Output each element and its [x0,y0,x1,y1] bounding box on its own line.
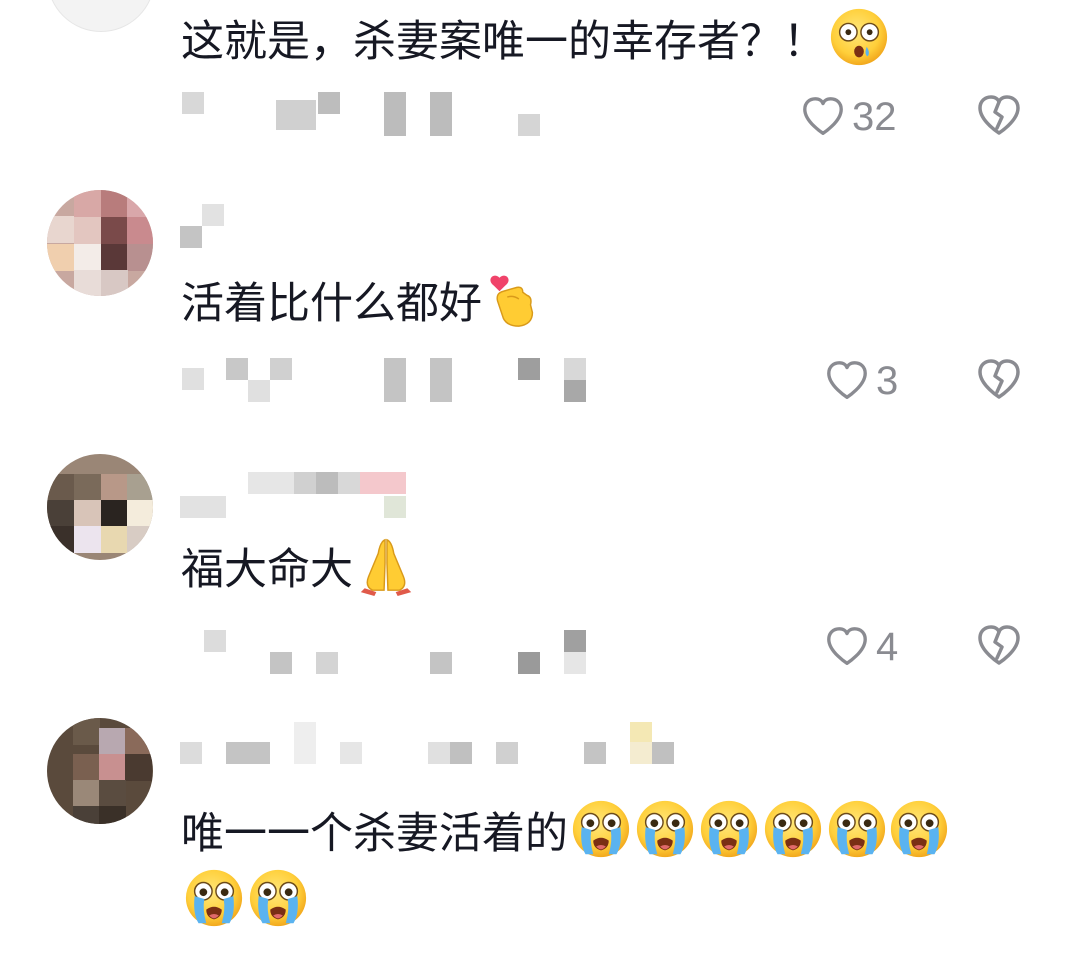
loudly-crying-face-icon [183,867,245,929]
comment-meta-redacted [180,628,600,678]
astonished-face-icon [828,6,890,68]
comment-text: 活着比什么都好 [181,268,1001,337]
comment-text: 这就是，杀妻案唯一的幸存者？！ [181,6,1001,75]
folded-hands-icon [355,534,417,596]
loudly-crying-face-icon [698,798,760,860]
like-button[interactable]: 3 [824,356,898,406]
comment-text: 福大命大 [181,534,1001,603]
comment-text: 唯一一个杀妻活着的 [181,798,1001,936]
avatar[interactable] [47,718,153,824]
heart-icon [800,94,846,140]
loudly-crying-face-icon [888,798,950,860]
broken-heart-icon[interactable] [975,622,1023,670]
avatar[interactable] [47,454,153,560]
loudly-crying-face-icon [826,798,888,860]
comment-meta-redacted [180,92,600,142]
loudly-crying-face-icon [634,798,696,860]
comment-text-content: 这就是，杀妻案唯一的幸存者？！ [181,17,826,67]
heart-icon [824,358,870,404]
broken-heart-icon[interactable] [975,92,1023,140]
username-redacted[interactable] [180,722,674,772]
comment-text-content: 福大命大 [181,545,353,595]
like-button[interactable]: 4 [824,622,898,672]
loudly-crying-face-icon [762,798,824,860]
comment-text-content: 活着比什么都好 [181,279,482,329]
like-button[interactable]: 32 [800,92,897,142]
avatar[interactable] [47,190,153,296]
comment-meta-redacted [180,358,600,408]
avatar[interactable] [47,0,155,32]
broken-heart-icon[interactable] [975,356,1023,404]
comment-text-content: 唯一一个杀妻活着的 [181,809,568,859]
loudly-crying-face-icon [247,867,309,929]
hand-with-heart-icon [484,268,546,330]
loudly-crying-face-icon [570,798,632,860]
like-count: 4 [876,624,899,669]
username-redacted[interactable] [180,470,660,520]
heart-icon [824,624,870,670]
username-redacted[interactable] [180,200,660,250]
like-count: 3 [876,358,899,403]
like-count: 32 [852,94,897,139]
